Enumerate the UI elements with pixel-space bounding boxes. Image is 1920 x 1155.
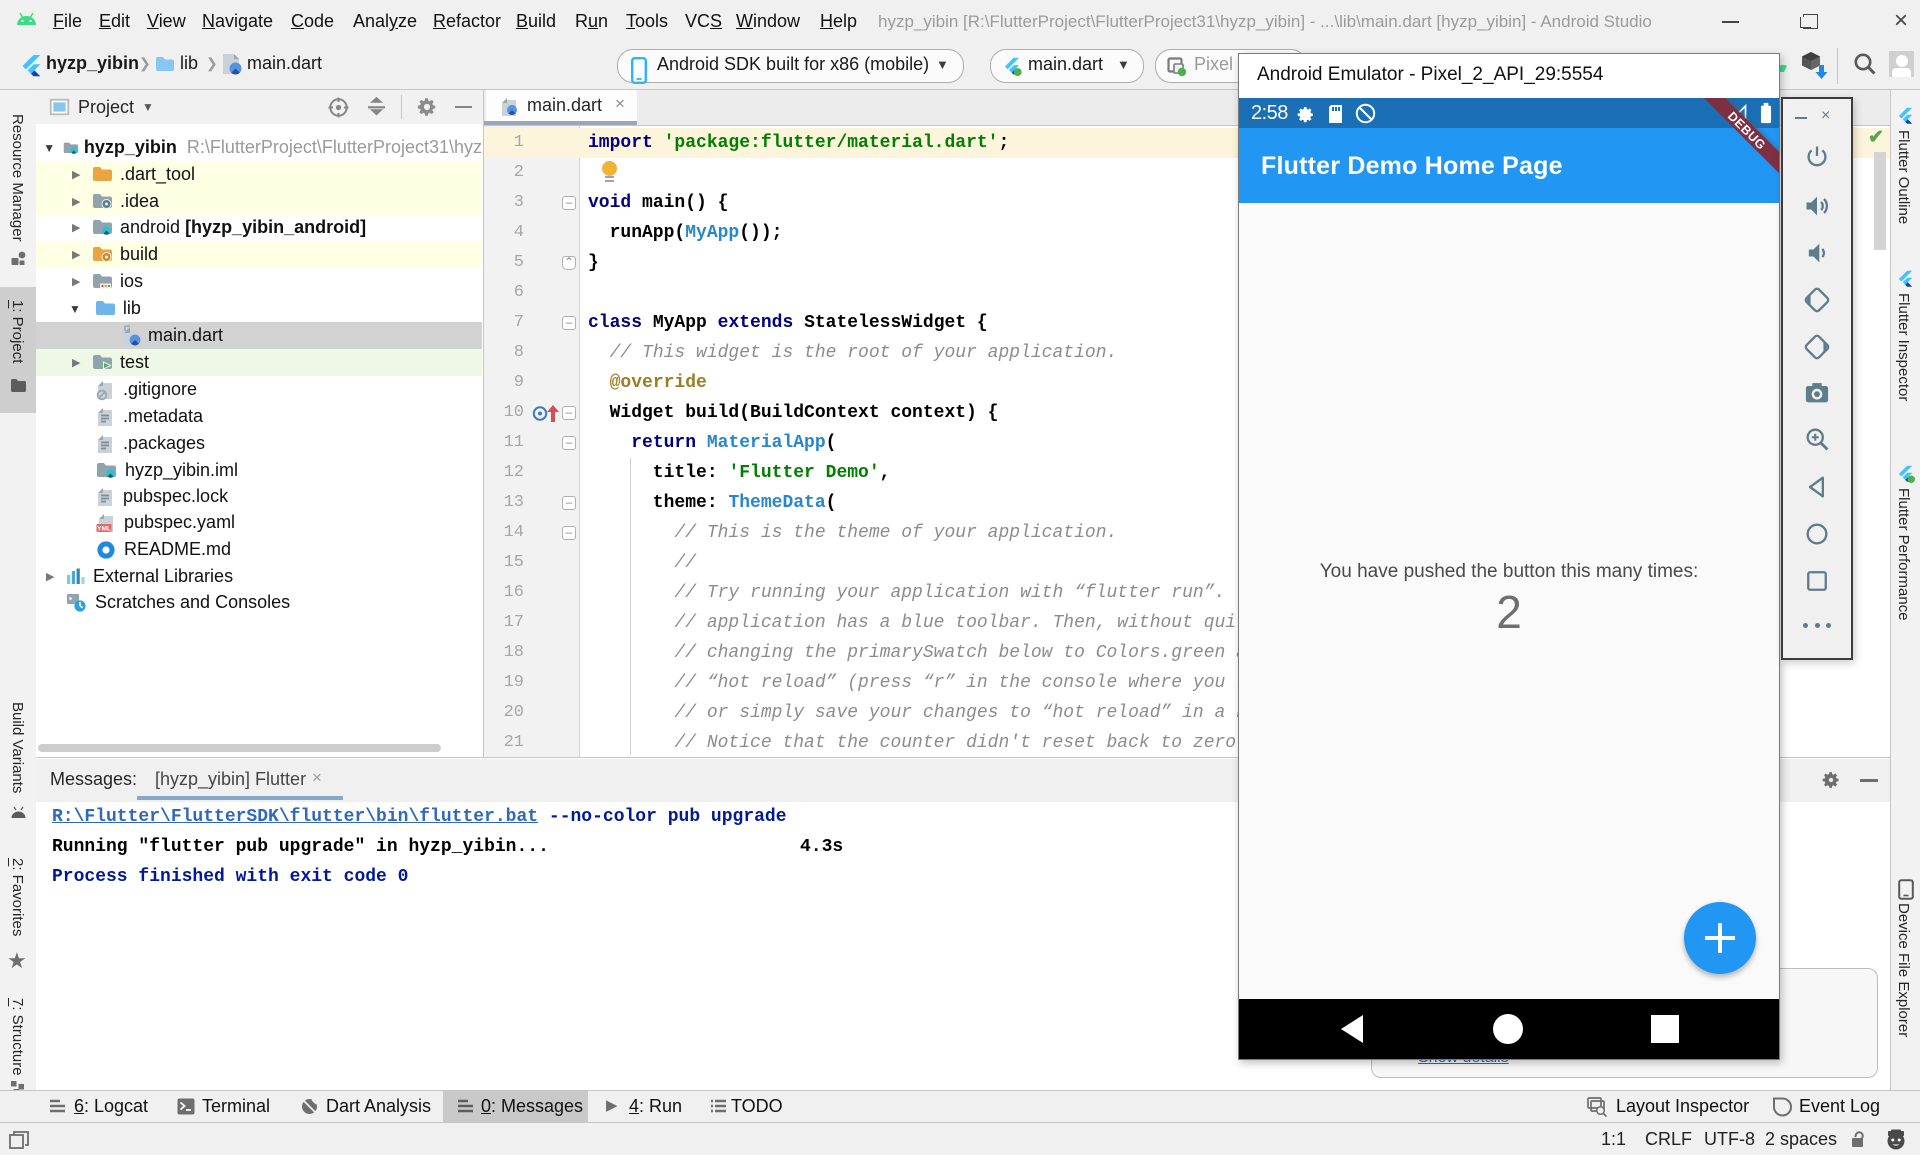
svg-text:YML: YML [97,525,111,532]
